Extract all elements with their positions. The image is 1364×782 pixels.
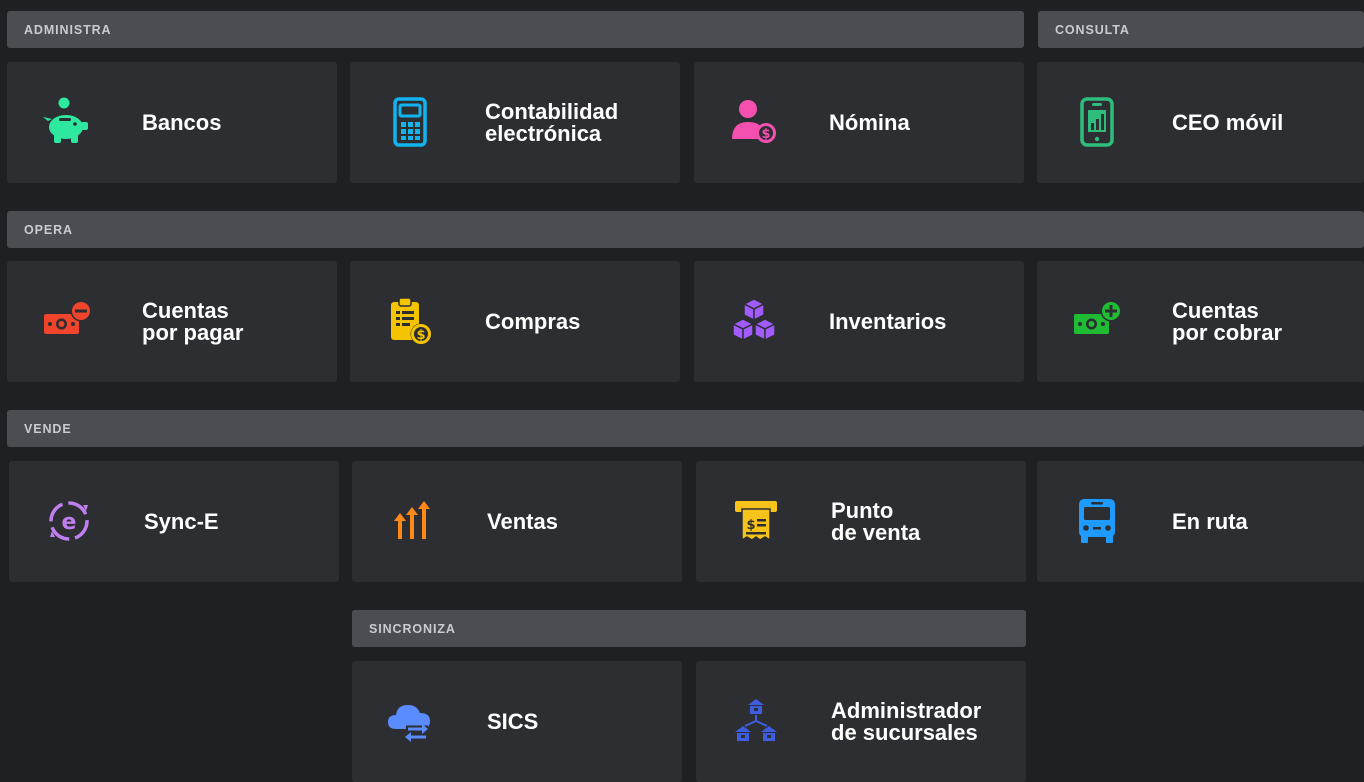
tile-ventas[interactable]: Ventas: [352, 461, 682, 582]
tile-bancos-label: Bancos: [142, 109, 222, 135]
svg-text:$: $: [416, 328, 425, 343]
tile-cuentas-cobrar-label-2: por cobrar: [1172, 319, 1283, 345]
cloud-sync-icon: [382, 691, 442, 751]
section-sincroniza-label: SINCRONIZA: [369, 621, 456, 636]
tile-bancos[interactable]: Bancos: [7, 62, 337, 183]
tile-sics-label: SICS: [487, 708, 539, 734]
tile-compras-label: Compras: [485, 308, 581, 334]
tile-cuentas-pagar-label-2: por pagar: [142, 319, 244, 345]
section-sincroniza: SINCRONIZA: [352, 610, 1026, 647]
section-administra-label: ADMINISTRA: [24, 22, 112, 37]
clipboard-dollar-icon: $: [380, 291, 440, 351]
tile-contabilidad-label-2: electrónica: [485, 120, 602, 146]
section-consulta-label: CONSULTA: [1055, 22, 1130, 37]
svg-text:e: e: [62, 510, 77, 535]
money-minus-icon: [37, 291, 97, 351]
tile-cuentas-por-pagar[interactable]: Cuentas por pagar: [7, 261, 337, 382]
arrows-up-icon: [382, 491, 442, 551]
tile-sync-label: Sync-E: [144, 508, 219, 534]
tile-sync-e[interactable]: e Sync-E: [9, 461, 339, 582]
section-vende-label: VENDE: [24, 421, 72, 436]
money-plus-icon: [1067, 291, 1127, 351]
svg-text:$: $: [761, 127, 770, 142]
tile-contabilidad-electronica[interactable]: Contabilidad electrónica: [350, 62, 680, 183]
cubes-icon: [724, 291, 784, 351]
tile-nomina-label: Nómina: [829, 109, 910, 135]
section-opera-label: OPERA: [24, 222, 73, 237]
tile-administrador-de-sucursales[interactable]: Administrador de sucursales: [696, 661, 1026, 782]
calculator-icon: [380, 92, 440, 152]
piggy-bank-icon: [37, 92, 97, 152]
tile-contabilidad-label-1: Contabilidad: [485, 98, 619, 124]
tile-sics[interactable]: SICS: [352, 661, 682, 782]
user-dollar-icon: $: [724, 92, 784, 152]
section-administra: ADMINISTRA: [7, 11, 1024, 48]
section-vende: VENDE: [7, 410, 1364, 447]
tile-nomina[interactable]: $ Nómina: [694, 62, 1024, 183]
receipt-printer-icon: $: [726, 491, 786, 551]
svg-text:$: $: [746, 518, 755, 533]
section-consulta: CONSULTA: [1038, 11, 1364, 48]
tile-inventarios-label: Inventarios: [829, 308, 947, 334]
section-opera: OPERA: [7, 211, 1364, 248]
tile-ceo-movil[interactable]: CEO móvil: [1037, 62, 1364, 183]
tile-ventas-label: Ventas: [487, 508, 558, 534]
sync-e-icon: e: [39, 491, 99, 551]
tile-admin-sucursales-label-2: de sucursales: [831, 719, 978, 745]
tile-ceo-label: CEO móvil: [1172, 109, 1284, 135]
tile-punto-de-venta[interactable]: $ Punto de venta: [696, 461, 1026, 582]
branches-icon: [726, 691, 786, 751]
tile-en-ruta[interactable]: En ruta: [1037, 461, 1364, 582]
tile-en-ruta-label: En ruta: [1172, 508, 1248, 534]
tile-cuentas-pagar-label-1: Cuentas: [142, 297, 229, 323]
bus-icon: [1067, 491, 1127, 551]
tile-admin-sucursales-label-1: Administrador: [831, 697, 982, 723]
mobile-chart-icon: [1067, 92, 1127, 152]
tile-cuentas-por-cobrar[interactable]: Cuentas por cobrar: [1037, 261, 1364, 382]
tile-punto-venta-label-1: Punto: [831, 497, 894, 523]
tile-punto-venta-label-2: de venta: [831, 519, 921, 545]
tile-cuentas-cobrar-label-1: Cuentas: [1172, 297, 1259, 323]
tile-compras[interactable]: $ Compras: [350, 261, 680, 382]
tile-inventarios[interactable]: Inventarios: [694, 261, 1024, 382]
